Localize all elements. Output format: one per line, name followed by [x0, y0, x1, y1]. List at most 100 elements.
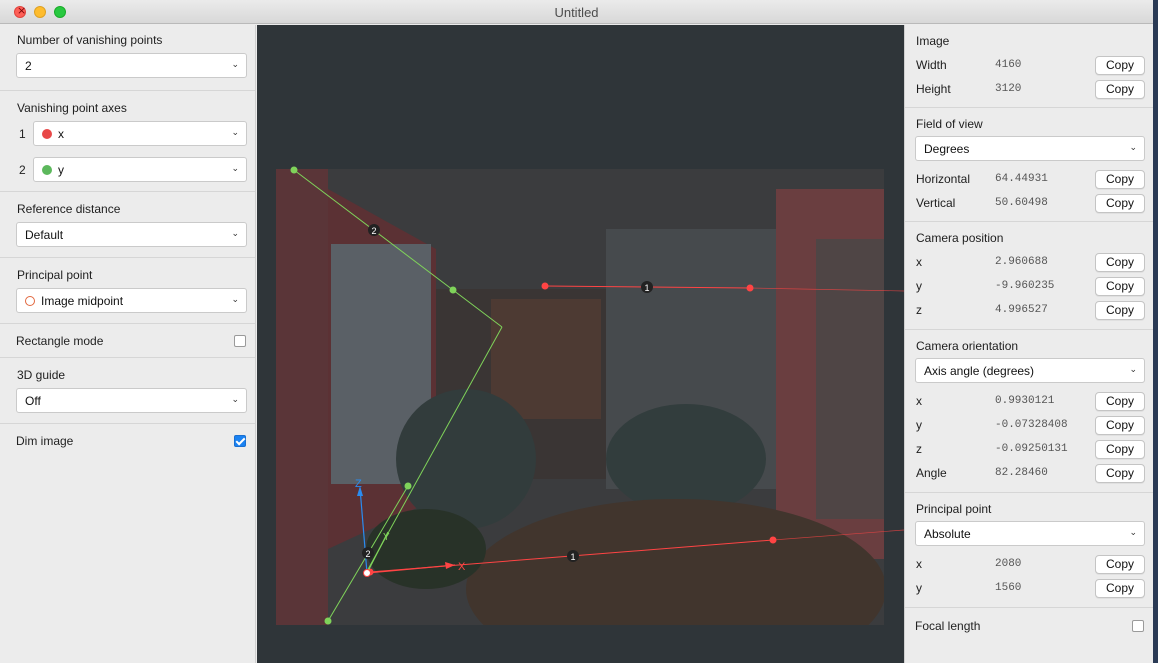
camera-position-y-row: y -9.960235 Copy	[915, 274, 1145, 298]
fov-vertical-label: Vertical	[916, 196, 956, 210]
vp1-line-b-extension	[772, 529, 904, 541]
focal-length-label: Focal length	[915, 618, 981, 633]
dim-image-checkbox[interactable]	[234, 435, 246, 447]
camera-position-x-label: x	[916, 255, 922, 269]
copy-button[interactable]: Copy	[1095, 391, 1145, 411]
orientation-x-value: 0.9930121	[995, 395, 1055, 407]
copy-button[interactable]: Copy	[1095, 578, 1145, 598]
vp-axes-section: Vanishing point axes 1 x ⌄ 2 y ⌄	[0, 91, 255, 192]
orientation-x-row: x 0.9930121 Copy	[915, 389, 1145, 413]
num-vp-value: 2	[25, 59, 32, 73]
fov-unit-select[interactable]: Degrees ⌄	[915, 136, 1145, 161]
guide-select[interactable]: Off ⌄	[16, 388, 247, 413]
principal-point-select[interactable]: Image midpoint ⌄	[16, 288, 247, 313]
right-results-panel: Image Width 4160 Copy Height 3120 Copy F…	[904, 25, 1153, 663]
chevron-down-icon: ⌄	[1129, 364, 1137, 374]
copy-button[interactable]: Copy	[1095, 415, 1145, 435]
orientation-angle-label: Angle	[916, 466, 947, 480]
chevron-down-icon: ⌄	[231, 228, 239, 238]
copy-button[interactable]: Copy	[1095, 439, 1145, 459]
app-window: Untitled Number of vanishing points 2 ⌄ …	[0, 0, 1153, 663]
camera-position-label: Camera position	[916, 231, 1004, 245]
green-dot-icon	[42, 165, 52, 175]
x-axis-line	[366, 564, 456, 574]
copy-button[interactable]: Copy	[1095, 79, 1145, 99]
camera-position-y-value: -9.960235	[995, 280, 1055, 292]
orientation-angle-row: Angle 82.28460 Copy	[915, 461, 1145, 485]
vp1-handle[interactable]	[541, 282, 549, 290]
fov-section: Field of view Degrees ⌄ Horizontal 64.44…	[905, 108, 1153, 222]
image-height-row: Height 3120 Copy	[915, 77, 1145, 101]
principal-point-x-row: x 2080 Copy	[915, 552, 1145, 576]
vp2-handle[interactable]	[404, 482, 412, 490]
vp2-badge-text: 2	[365, 549, 370, 559]
num-vp-select[interactable]: 2 ⌄	[16, 53, 247, 78]
vp2-axis-select[interactable]: y ⌄	[33, 157, 247, 182]
image-canvas[interactable]: Z Y X 2 2 1 1	[257, 25, 904, 663]
vp1-lines[interactable]	[366, 282, 905, 576]
principal-point-y-row: y 1560 Copy	[915, 576, 1145, 600]
vp1-handle[interactable]	[746, 284, 754, 292]
vp1-axis-value: x	[58, 127, 64, 141]
focal-length-checkbox[interactable]	[1132, 619, 1144, 632]
orientation-y-label: y	[916, 418, 922, 432]
copy-button[interactable]: Copy	[1095, 169, 1145, 189]
vp1-handle[interactable]	[769, 536, 777, 544]
vp2-handle[interactable]	[290, 166, 298, 174]
reference-distance-value: Default	[25, 228, 64, 242]
image-width-label: Width	[916, 58, 947, 72]
orientation-z-value: -0.09250131	[995, 443, 1068, 455]
copy-button[interactable]: Copy	[1095, 252, 1145, 272]
fov-unit-value: Degrees	[924, 142, 970, 156]
camera-position-z-value: 4.996527	[995, 304, 1048, 316]
copy-button[interactable]: Copy	[1095, 193, 1145, 213]
vp2-axis-value: y	[58, 163, 64, 177]
copy-button[interactable]: Copy	[1095, 300, 1145, 320]
rectangle-mode-label: Rectangle mode	[16, 333, 104, 348]
reference-distance-select[interactable]: Default ⌄	[16, 222, 247, 247]
fov-section-label: Field of view	[916, 117, 983, 131]
fov-vertical-row: Vertical 50.60498 Copy	[915, 191, 1145, 215]
vp-axes-label: Vanishing point axes	[17, 101, 127, 115]
fov-horizontal-value: 64.44931	[995, 173, 1048, 185]
image-section-label: Image	[916, 34, 950, 48]
image-height-value: 3120	[995, 83, 1022, 95]
principal-point-format-select[interactable]: Absolute ⌄	[915, 521, 1145, 546]
vp1-line-a-extension	[749, 287, 904, 292]
rectangle-mode-checkbox[interactable]	[234, 334, 246, 347]
copy-button[interactable]: Copy	[1095, 554, 1145, 574]
reference-distance-label: Reference distance	[17, 202, 121, 216]
vp2-lines[interactable]	[290, 166, 503, 625]
camera-position-y-label: y	[916, 279, 922, 293]
red-dot-icon	[42, 129, 52, 139]
fov-horizontal-label: Horizontal	[916, 172, 971, 186]
orientation-x-label: x	[916, 394, 922, 408]
principal-point-result-section: Principal point Absolute ⌄ x 2080 Copy y…	[905, 493, 1153, 608]
num-vp-section: Number of vanishing points 2 ⌄	[0, 25, 255, 91]
reference-distance-section: Reference distance Default ⌄	[0, 192, 255, 258]
principal-point-y-label: y	[916, 581, 922, 595]
circle-outline-icon	[25, 296, 35, 306]
camera-orientation-section: Camera orientation Axis angle (degrees) …	[905, 330, 1153, 493]
origin-handle[interactable]	[363, 569, 371, 577]
orientation-format-select[interactable]: Axis angle (degrees) ⌄	[915, 358, 1145, 383]
vp1-badge-text: 1	[644, 283, 649, 293]
chevron-down-icon: ⌄	[231, 294, 239, 304]
vp2-handle[interactable]	[449, 286, 457, 294]
vp1-axis-select[interactable]: x ⌄	[33, 121, 247, 146]
guide-value: Off	[25, 394, 41, 408]
z-axis-label: Z	[355, 478, 362, 490]
copy-button[interactable]: Copy	[1095, 463, 1145, 483]
copy-button[interactable]: Copy	[1095, 55, 1145, 75]
vp-axis-row-1: 1 x ⌄	[16, 121, 247, 146]
camera-position-x-value: 2.960688	[995, 256, 1048, 268]
vp-badges: 2 2 1 1	[362, 224, 653, 562]
vp2-badge-text: 2	[371, 226, 376, 236]
fov-vertical-value: 50.60498	[995, 197, 1048, 209]
vp-axis-row-2: 2 y ⌄	[16, 157, 247, 182]
chevron-down-icon: ⌄	[231, 163, 239, 173]
vp2-handle[interactable]	[324, 617, 332, 625]
camera-orientation-label: Camera orientation	[916, 339, 1019, 353]
orientation-y-row: y -0.07328408 Copy	[915, 413, 1145, 437]
copy-button[interactable]: Copy	[1095, 276, 1145, 296]
